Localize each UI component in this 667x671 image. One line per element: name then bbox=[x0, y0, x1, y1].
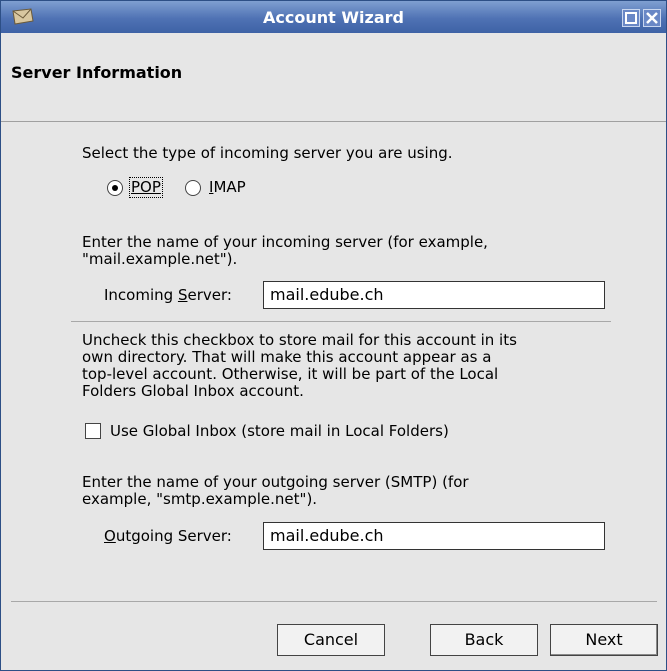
incoming-server-field[interactable]: mail.edube.ch bbox=[263, 281, 605, 309]
incoming-server-label: Incoming Server: bbox=[104, 286, 232, 304]
footer-divider bbox=[11, 601, 657, 602]
pop-radio-label[interactable]: POP bbox=[129, 177, 163, 198]
close-icon[interactable] bbox=[643, 9, 661, 27]
outgoing-server-prompt-line1: Enter the name of your outgoing server (… bbox=[82, 473, 469, 491]
global-inbox-checkbox[interactable] bbox=[85, 423, 101, 439]
global-inbox-explanation-line3: top-level account. Otherwise, it will be… bbox=[82, 365, 499, 383]
incoming-server-prompt-line1: Enter the name of your incoming server (… bbox=[82, 233, 488, 251]
pop-radio[interactable] bbox=[107, 180, 123, 196]
server-type-prompt: Select the type of incoming server you a… bbox=[82, 144, 453, 162]
incoming-server-prompt-line2: "mail.example.net"). bbox=[82, 250, 238, 268]
back-button[interactable]: Back bbox=[430, 624, 538, 656]
section-divider bbox=[71, 321, 611, 322]
global-inbox-checkbox-label[interactable]: Use Global Inbox (store mail in Local Fo… bbox=[110, 423, 449, 440]
title-bar[interactable]: Account Wizard bbox=[1, 1, 666, 33]
window-title: Account Wizard bbox=[263, 8, 404, 27]
outgoing-server-field[interactable]: mail.edube.ch bbox=[263, 522, 605, 550]
account-wizard-window: Account Wizard Server Information Select… bbox=[0, 0, 667, 671]
maximize-icon[interactable] bbox=[622, 9, 640, 27]
global-inbox-explanation-line2: own directory. That will make this accou… bbox=[82, 348, 492, 366]
outgoing-server-label: Outgoing Server: bbox=[104, 527, 232, 545]
next-button[interactable]: Next bbox=[550, 624, 658, 656]
imap-radio[interactable] bbox=[185, 180, 201, 196]
wizard-header: Server Information bbox=[1, 33, 666, 122]
global-inbox-explanation-line4: Folders Global Inbox account. bbox=[82, 382, 304, 400]
cancel-button[interactable]: Cancel bbox=[277, 624, 385, 656]
page-title: Server Information bbox=[11, 63, 183, 82]
imap-radio-label[interactable]: IMAP bbox=[209, 179, 246, 196]
outgoing-server-prompt-line2: example, "smtp.example.net"). bbox=[82, 490, 318, 508]
global-inbox-explanation-line1: Uncheck this checkbox to store mail for … bbox=[82, 331, 517, 349]
